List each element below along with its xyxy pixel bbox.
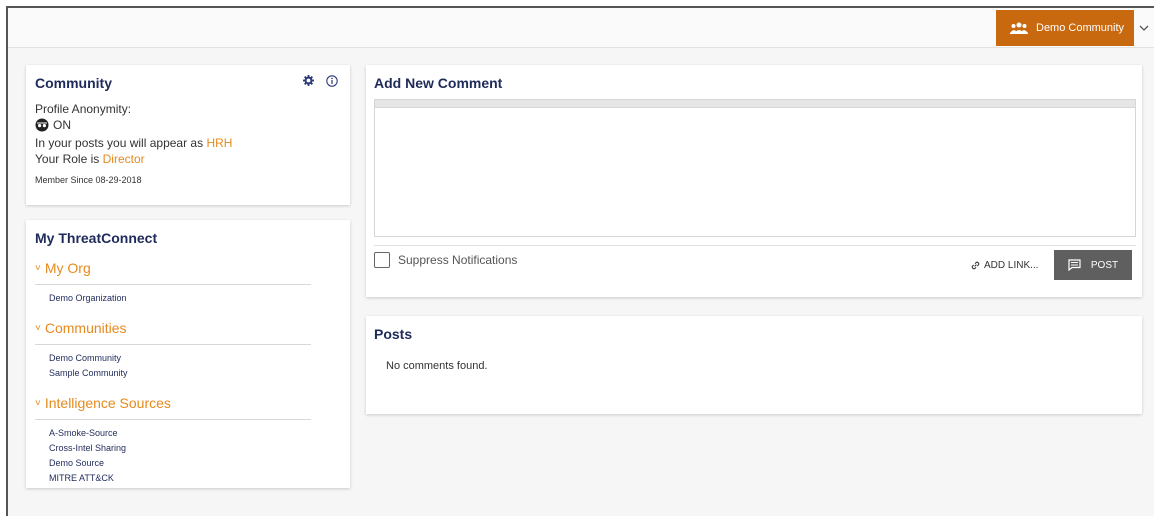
list-item[interactable]: Demo Community: [49, 351, 341, 366]
add-comment-card: Add New Comment Suppress Notifications A…: [366, 65, 1142, 297]
posts-title: Posts: [374, 326, 413, 342]
info-icon[interactable]: [326, 75, 338, 87]
comment-editor[interactable]: [374, 99, 1136, 237]
section-label: Communities: [44, 320, 127, 336]
link-icon: [971, 261, 980, 270]
section-communities[interactable]: ˅ Communities: [35, 320, 311, 345]
post-button[interactable]: POST: [1054, 250, 1132, 280]
chevron-down-icon: ˅: [35, 322, 41, 334]
list-item[interactable]: Sample Community: [49, 366, 341, 381]
section-label: Intelligence Sources: [44, 395, 171, 411]
anonymity-state: ON: [53, 118, 71, 132]
comment-icon: [1068, 259, 1081, 271]
add-link-button[interactable]: ADD LINK...: [970, 260, 1038, 271]
role-prefix: Your Role is: [35, 152, 100, 166]
list-item[interactable]: Cross-Intel Sharing: [49, 441, 341, 456]
suppress-notifications-label: Suppress Notifications: [398, 253, 518, 267]
my-threatconnect-card: My ThreatConnect ˅ My Org Demo Organizat…: [26, 220, 350, 488]
community-dropdown-toggle[interactable]: [1134, 10, 1154, 46]
community-card: Community Profile Anonymity: ON In your …: [26, 65, 350, 205]
add-comment-title: Add New Comment: [374, 75, 503, 91]
appear-as-value: HRH: [206, 136, 233, 150]
list-item[interactable]: MITRE ATT&CK: [49, 471, 341, 486]
incognito-icon: [35, 118, 49, 132]
role-value: Director: [102, 152, 145, 166]
users-icon: [1010, 22, 1028, 34]
post-label: POST: [1090, 259, 1119, 271]
chevron-down-icon: [1139, 25, 1149, 31]
posts-card: Posts No comments found.: [366, 316, 1142, 414]
section-label: My Org: [44, 260, 91, 276]
community-switcher-label: Demo Community: [1036, 22, 1125, 34]
list-item[interactable]: Demo Organization: [49, 291, 341, 306]
appear-as-prefix: In your posts you will appear as: [35, 136, 204, 150]
gear-icon[interactable]: [303, 75, 314, 86]
member-since: Member Since 08-29-2018: [35, 175, 142, 185]
posts-empty-message: No comments found.: [386, 360, 488, 372]
app-frame: Demo Community Community Profile Anonymi…: [6, 6, 1154, 516]
community-title: Community: [35, 75, 112, 91]
top-bar: Demo Community: [8, 8, 1154, 48]
chevron-down-icon: ˅: [35, 262, 41, 274]
suppress-notifications-checkbox[interactable]: [374, 252, 390, 268]
community-switcher[interactable]: Demo Community: [996, 10, 1134, 46]
editor-toolbar: [375, 100, 1135, 108]
comment-footer: Suppress Notifications ADD LINK... POST: [374, 245, 1136, 285]
list-item[interactable]: A-Smoke-Source: [49, 426, 341, 441]
chevron-down-icon: ˅: [35, 397, 41, 409]
list-item[interactable]: Demo Source: [49, 456, 341, 471]
add-link-label: ADD LINK...: [984, 260, 1039, 271]
section-intelligence-sources[interactable]: ˅ Intelligence Sources: [35, 395, 311, 420]
section-my-org[interactable]: ˅ My Org: [35, 260, 311, 285]
my-threatconnect-title: My ThreatConnect: [35, 230, 158, 246]
profile-anonymity-label: Profile Anonymity:: [35, 102, 132, 116]
